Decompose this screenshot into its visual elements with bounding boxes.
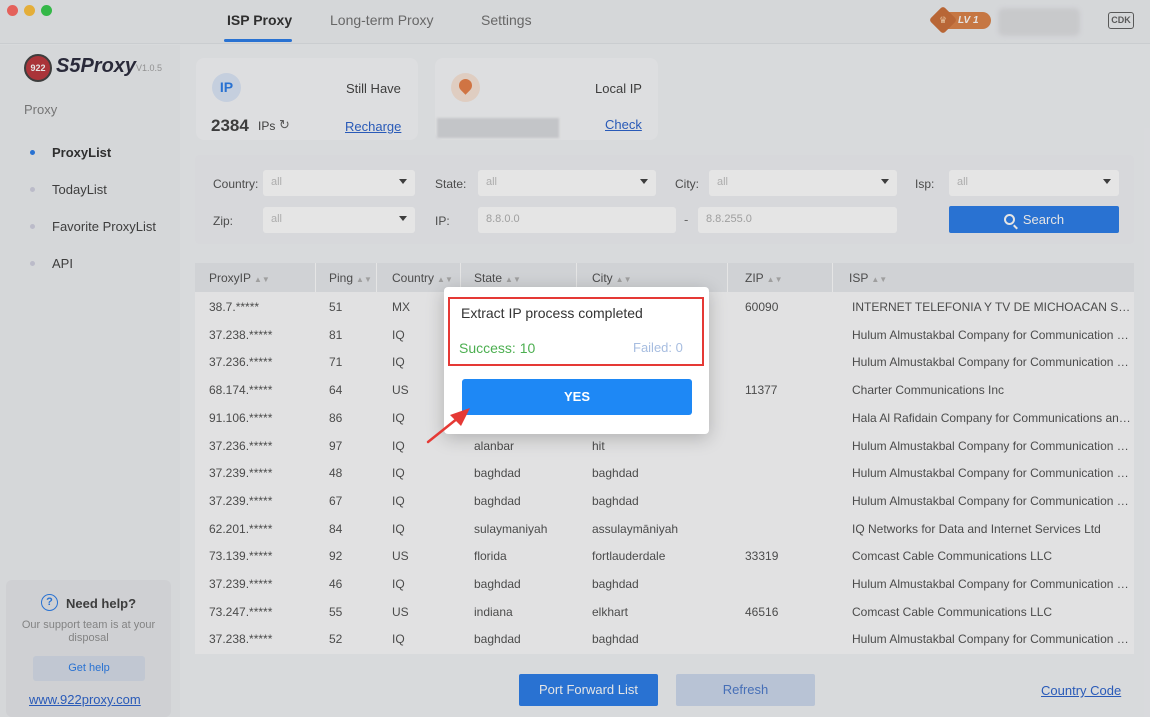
yes-button[interactable]: YES [462, 379, 692, 415]
pointer-arrow-icon [426, 408, 470, 444]
highlight-box [448, 297, 704, 366]
